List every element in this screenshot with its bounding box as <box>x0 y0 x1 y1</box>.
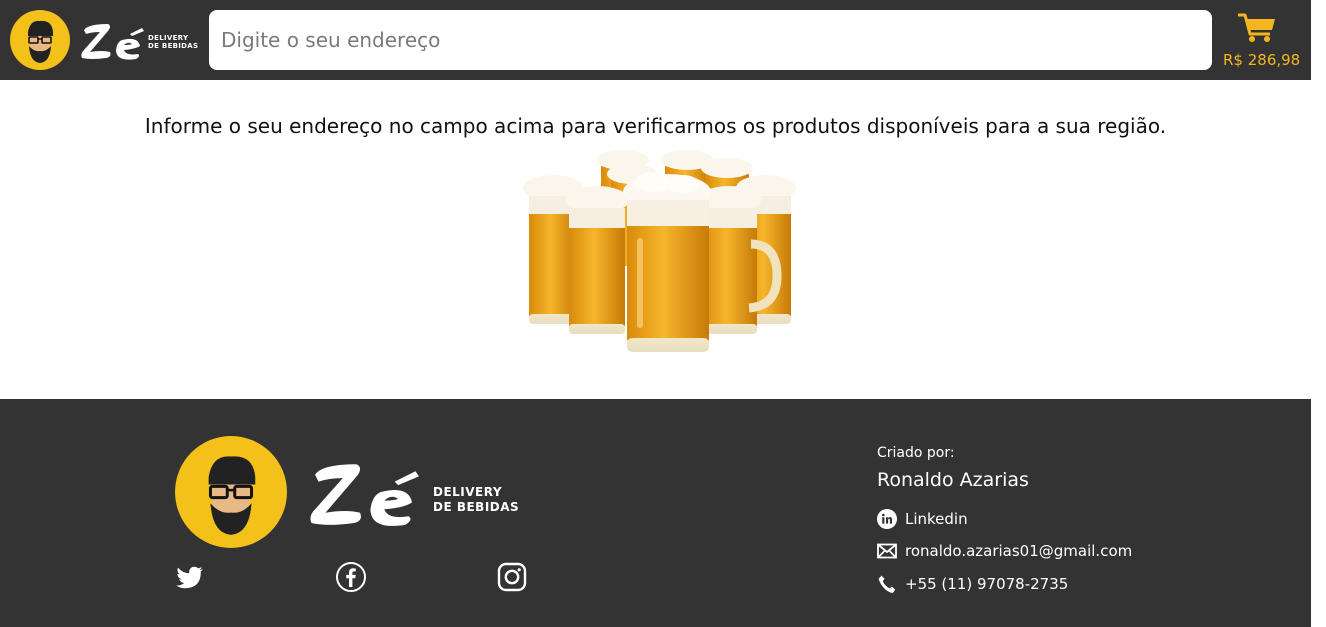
email-address: ronaldo.azarias01@gmail.com <box>905 542 1133 560</box>
linkedin-label: Linkedin <box>905 510 968 528</box>
twitter-icon[interactable] <box>174 561 206 593</box>
ze-logo-icon <box>175 436 287 548</box>
facebook-icon[interactable] <box>335 561 367 593</box>
created-by-label: Criado por: <box>877 445 955 461</box>
email-link[interactable]: ronaldo.azarias01@gmail.com <box>877 542 1132 560</box>
envelope-icon <box>877 543 897 559</box>
footer-tagline-line1: DELIVERY <box>433 485 503 499</box>
author-name: Ronaldo Azarias <box>877 469 1029 491</box>
address-info-message: Informe o seu endereço no campo acima pa… <box>144 114 1167 138</box>
instagram-icon[interactable] <box>496 561 528 593</box>
main-content: Informe o seu endereço no campo acima pa… <box>0 80 1311 399</box>
footer: DELIVERY DE BEBIDAS Criado por: Ronaldo … <box>0 399 1311 627</box>
phone-link[interactable]: +55 (11) 97078-2735 <box>877 574 1068 594</box>
ze-wordmark-icon <box>81 24 144 60</box>
header-bar: DELIVERY DE BEBIDAS R$ 286,98 <box>0 0 1311 80</box>
address-search-input[interactable] <box>209 10 1212 70</box>
cart-total: R$ 286,98 <box>1223 51 1301 69</box>
footer-tagline: DELIVERY DE BEBIDAS <box>433 485 519 515</box>
header-tagline-line1: DELIVERY <box>148 34 189 42</box>
ze-logo-icon[interactable] <box>10 10 70 70</box>
header-tagline: DELIVERY DE BEBIDAS <box>148 34 198 50</box>
linkedin-icon <box>877 509 897 529</box>
shopping-cart-icon <box>1238 13 1275 42</box>
phone-number: +55 (11) 97078-2735 <box>905 575 1069 593</box>
beer-mugs-image <box>523 150 796 352</box>
linkedin-link[interactable]: Linkedin <box>877 509 968 529</box>
phone-icon <box>878 575 896 593</box>
header-tagline-line2: DE BEBIDAS <box>148 42 199 50</box>
footer-tagline-line2: DE BEBIDAS <box>433 500 520 514</box>
ze-wordmark-icon <box>310 464 419 526</box>
credits-section: Criado por: Ronaldo Azarias Linkedin ron… <box>877 445 1132 593</box>
cart-button[interactable]: R$ 286,98 <box>1222 10 1302 72</box>
